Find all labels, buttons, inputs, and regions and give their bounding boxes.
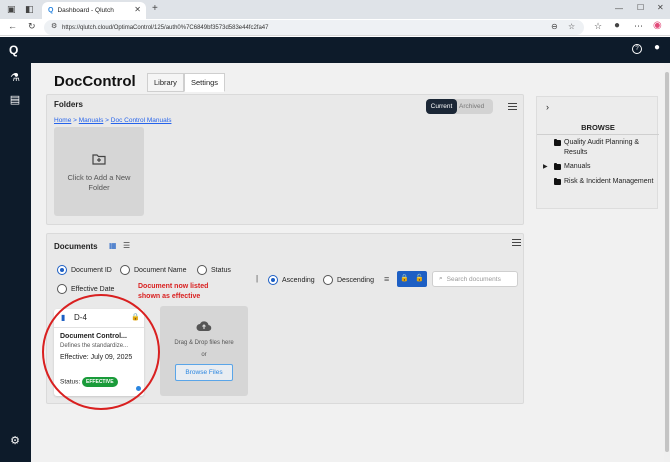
site-info-icon[interactable]: ⚙ (51, 23, 57, 30)
or-text: or (201, 352, 207, 358)
url-text: https://qlutch.cloud/OptimaControl/125/a… (62, 24, 269, 31)
address-bar-row: ← ↻ ⚙ https://qlutch.cloud/OptimaControl… (0, 19, 670, 36)
breadcrumb-manuals[interactable]: Manuals (79, 117, 104, 124)
radio-icon (57, 284, 67, 294)
page-title: DocControl (54, 73, 136, 90)
browse-item-manuals[interactable]: Manuals (554, 162, 658, 172)
add-folder-label: Click to Add a New Folder (67, 173, 131, 192)
breadcrumb: Home > Manuals > Doc Control Manuals (54, 117, 172, 124)
collapse-chevron-icon[interactable]: › (546, 102, 549, 112)
list-view-icon[interactable]: ☰ (123, 241, 130, 250)
search-icon: ⌕ (439, 275, 443, 282)
annotation-text: Document now listed shown as effective (138, 283, 209, 300)
radio-icon (120, 265, 130, 275)
search-field[interactable]: ⌕ Search documents (432, 271, 518, 287)
settings-icon[interactable]: ⚙ (8, 434, 22, 448)
profile-avatar-icon[interactable]: ● (614, 21, 620, 31)
lab-icon[interactable]: ⚗ (8, 71, 22, 85)
page-tabs: Library Settings (147, 73, 226, 92)
folder-icon (554, 162, 561, 170)
folder-icon (554, 177, 561, 185)
breadcrumb-home[interactable]: Home (54, 117, 71, 124)
sort-effective-date[interactable]: Effective Date (57, 284, 114, 294)
tab-library[interactable]: Library (147, 73, 184, 92)
add-folder-icon (92, 154, 106, 165)
drag-drop-text: Drag & Drop files here (174, 340, 234, 346)
locked-filter-icon[interactable]: 🔒 (397, 271, 412, 287)
breadcrumb-doc-control-manuals[interactable]: Doc Control Manuals (111, 117, 172, 124)
cloud-upload-icon (196, 321, 212, 332)
documents-icon[interactable]: ▤ (8, 93, 22, 107)
sort-document-id[interactable]: Document ID (57, 265, 112, 275)
browse-title: BROWSE (581, 123, 615, 132)
filter-icon[interactable]: ≡ (384, 274, 389, 284)
add-folder-tile[interactable]: Click to Add a New Folder (54, 127, 144, 216)
toggle-current[interactable]: Current (426, 99, 457, 114)
expand-icon[interactable]: ▶ (543, 163, 548, 170)
browser-tab[interactable]: Q Dashboard - Qlutch ✕ (42, 2, 146, 19)
divider (537, 134, 659, 135)
close-tab-icon[interactable]: ✕ (134, 5, 141, 14)
scrollbar-thumb[interactable] (665, 72, 669, 452)
browse-item-risk-incident[interactable]: Risk & Incident Management (554, 177, 658, 187)
folders-title: Folders (54, 100, 83, 109)
minimize-icon[interactable]: — (615, 5, 623, 13)
documents-menu-icon[interactable] (512, 239, 521, 246)
tab-settings[interactable]: Settings (183, 73, 226, 92)
radio-selected-icon (268, 275, 278, 285)
unlocked-filter-icon[interactable]: 🔓 (412, 271, 427, 287)
folders-menu-icon[interactable] (508, 103, 517, 110)
radio-icon (323, 275, 333, 285)
upload-dropzone[interactable]: Drag & Drop files here or Browse Files (160, 306, 248, 396)
browse-files-button[interactable]: Browse Files (175, 364, 233, 381)
order-descending[interactable]: Descending (323, 275, 374, 285)
reload-icon[interactable]: ↻ (28, 22, 36, 31)
toggle-archived[interactable]: Archived (459, 99, 484, 114)
order-ascending[interactable]: Ascending (268, 275, 315, 285)
search-input[interactable]: Search documents (447, 276, 501, 283)
grid-view-icon[interactable]: ▦ (109, 241, 117, 250)
reader-icon[interactable]: ⊖ (551, 23, 558, 31)
folder-icon (554, 138, 561, 146)
tab-title: Dashboard - Qlutch (57, 7, 114, 14)
copilot-icon[interactable]: ◉ (653, 21, 662, 31)
app-logo-icon[interactable]: Q (9, 43, 18, 57)
lock-filter-group: 🔒 🔓 (397, 271, 427, 287)
favicon-icon: Q (48, 7, 54, 14)
maximize-icon[interactable]: ☐ (637, 4, 644, 12)
url-field[interactable]: ⚙ https://qlutch.cloud/OptimaControl/125… (44, 20, 584, 35)
favorite-icon[interactable]: ☆ (568, 23, 575, 31)
user-icon[interactable]: ● (654, 42, 660, 53)
help-icon[interactable]: ? (632, 44, 642, 54)
browse-item-quality-audit[interactable]: Quality Audit Planning & Results (554, 138, 658, 158)
profile-icon[interactable]: ▣ (7, 5, 16, 14)
app-header: Q ? ● (0, 37, 670, 63)
close-window-icon[interactable]: ✕ (657, 4, 664, 12)
sort-document-name[interactable]: Document Name (120, 265, 187, 275)
separator: | (256, 274, 259, 283)
sort-status[interactable]: Status (197, 265, 231, 275)
new-tab-button[interactable]: + (152, 4, 158, 14)
highlight-circle (42, 294, 160, 410)
tab-actions-icon[interactable]: ◧ (25, 5, 34, 14)
radio-icon (197, 265, 207, 275)
browser-titlebar: ▣ ◧ Q Dashboard - Qlutch ✕ + — ☐ ✕ (0, 0, 670, 19)
documents-title: Documents (54, 242, 98, 251)
app-sidebar: ⚗ ▤ ⚙ (0, 63, 31, 462)
more-icon[interactable]: ⋯ (634, 22, 643, 31)
radio-selected-icon (57, 265, 67, 275)
browse-panel: › BROWSE Quality Audit Planning & Result… (536, 96, 659, 209)
favorites-icon[interactable]: ☆ (594, 22, 602, 31)
current-archived-toggle: Current Archived (426, 99, 493, 114)
back-icon[interactable]: ← (8, 22, 17, 31)
